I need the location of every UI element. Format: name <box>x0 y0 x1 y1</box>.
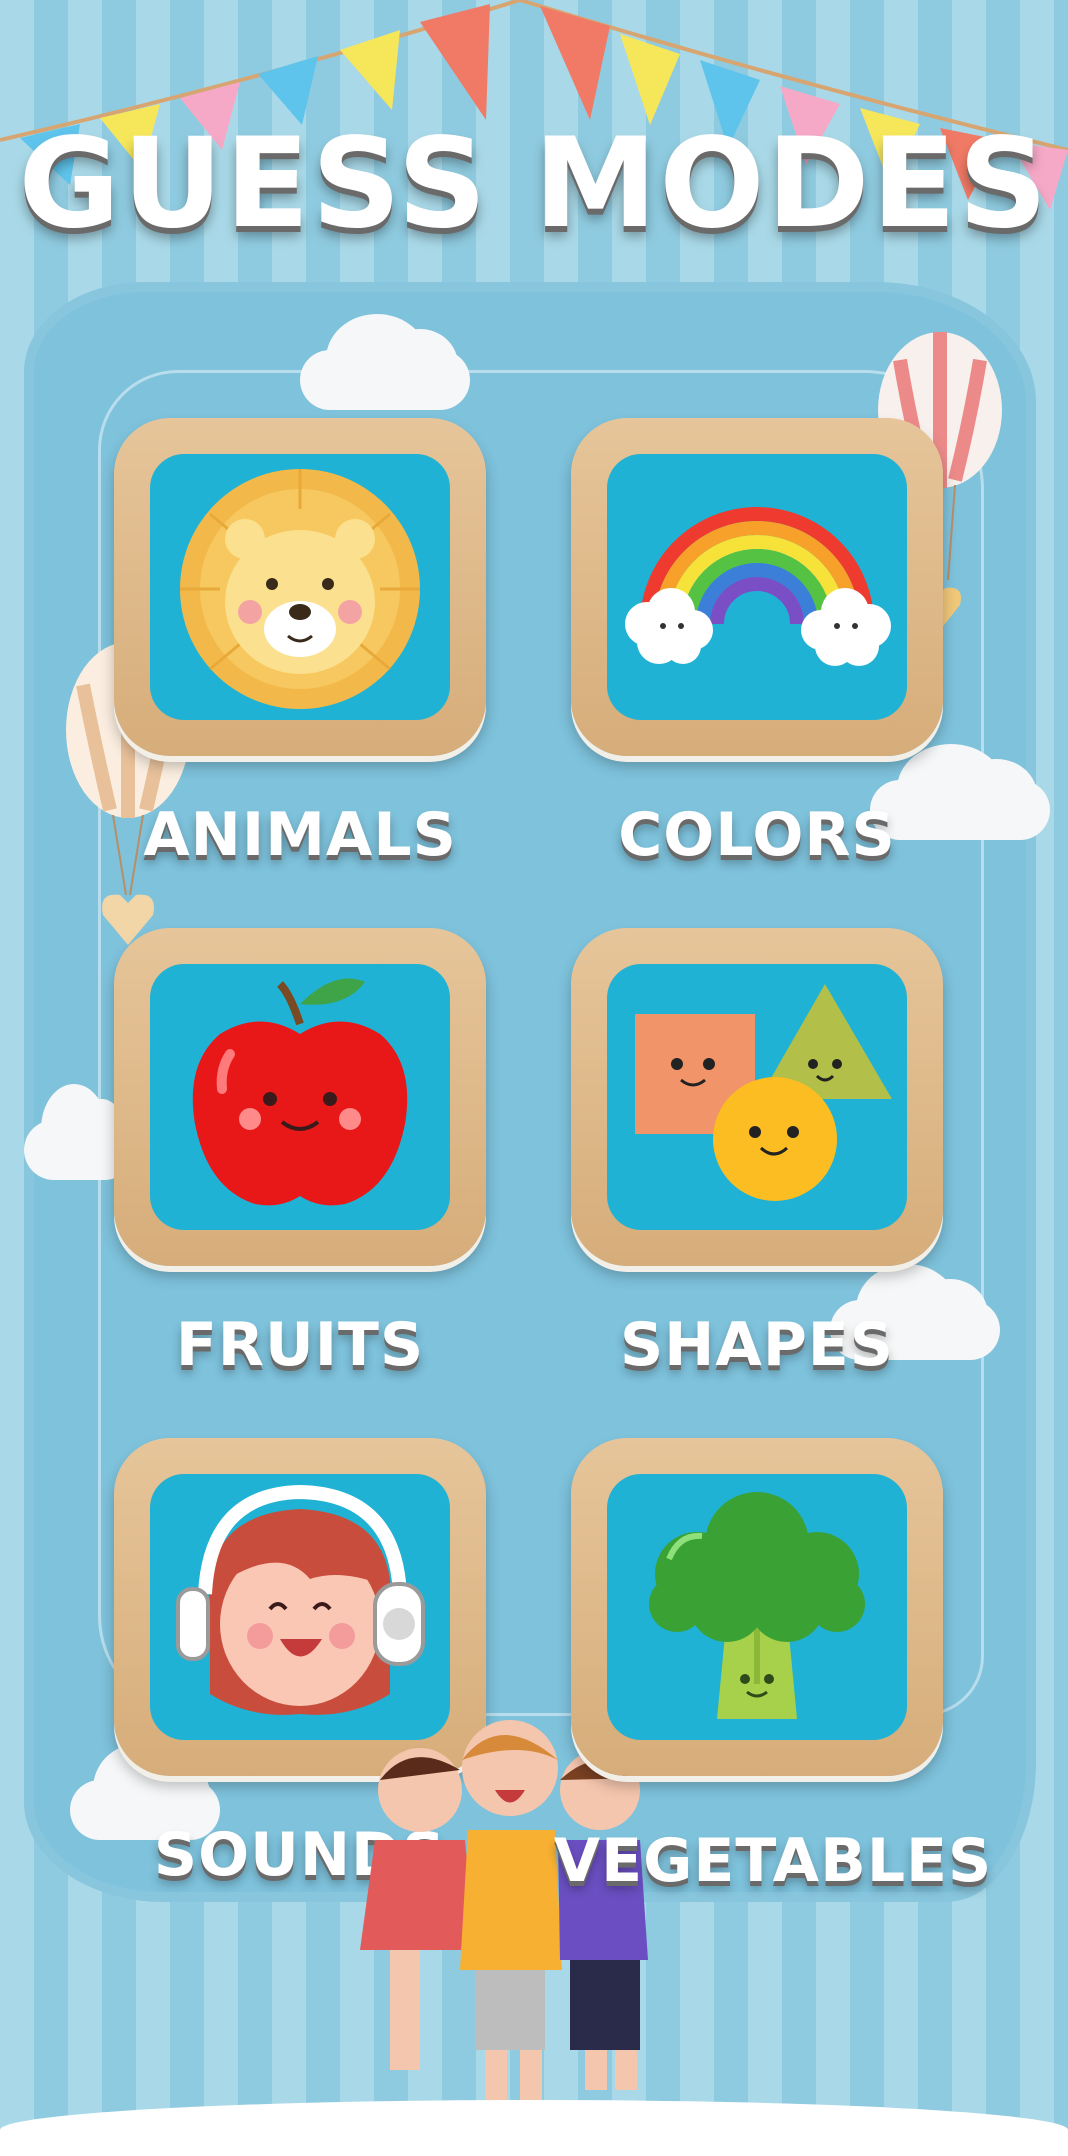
mode-tile-sounds <box>150 1474 450 1740</box>
mode-tile-shapes <box>607 964 907 1230</box>
mode-tile-fruits <box>150 964 450 1230</box>
ground-decoration <box>0 2100 1068 2156</box>
kids-illustration <box>360 1720 648 2100</box>
mode-card-fruits[interactable] <box>114 928 486 1266</box>
cloud-decoration <box>300 314 470 410</box>
mode-card-vegetables[interactable] <box>571 1438 943 1776</box>
mode-label-shapes: SHAPES <box>619 1310 895 1380</box>
mode-label-vegetables: VEGETABLES <box>553 1826 993 1896</box>
mode-tile-vegetables <box>607 1474 907 1740</box>
headphones-girl-icon <box>176 1484 425 1715</box>
broccoli-icon <box>649 1492 865 1719</box>
mode-label-fruits: FRUITS <box>175 1310 425 1380</box>
screen-title: GUESS MODES <box>18 112 1050 256</box>
mode-label-colors: COLORS <box>618 800 896 870</box>
mode-card-animals[interactable] <box>114 418 486 756</box>
shapes-icon <box>635 984 892 1201</box>
rainbow-icon <box>625 507 891 666</box>
apple-icon <box>192 978 408 1206</box>
mode-tile-animals <box>150 454 450 720</box>
mode-label-animals: ANIMALS <box>143 800 457 870</box>
mode-tile-colors <box>607 454 907 720</box>
mode-card-shapes[interactable] <box>571 928 943 1266</box>
guess-modes-screen: GUESS MODES ANIMALS COLORS FRUITS SHAPES… <box>0 0 1068 2156</box>
lion-icon <box>180 469 420 709</box>
mode-card-colors[interactable] <box>571 418 943 756</box>
